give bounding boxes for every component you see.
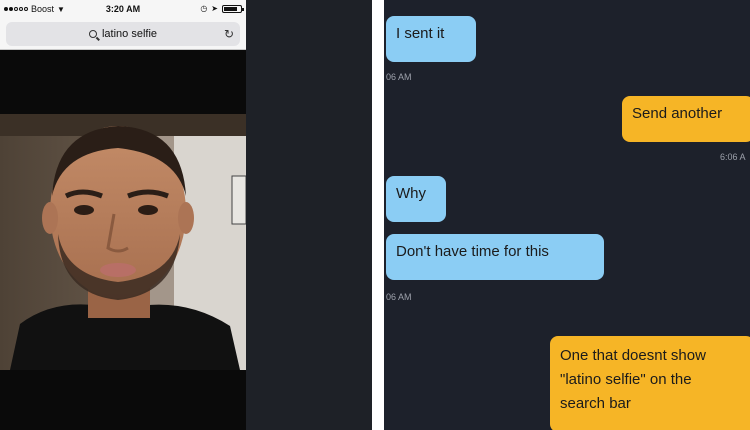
reload-icon[interactable]: ↻ <box>224 27 234 41</box>
message-them[interactable]: Why <box>386 176 446 222</box>
search-address-bar[interactable]: latino selfie ↻ <box>6 22 240 46</box>
timestamp: 6:06 A <box>720 152 746 162</box>
message-them[interactable]: Don't have time for this <box>386 234 604 280</box>
selfie-image[interactable] <box>0 114 246 370</box>
chat-screen: I sent it 06 AM Send another 6:06 A Why … <box>384 0 750 430</box>
left-phone-screen: Boost ▼ 3:20 AM ◷ ➤ latino selfie ↻ <box>0 0 372 430</box>
browser-toolbar: latino selfie ↻ <box>0 18 246 50</box>
message-line: One that doesnt show <box>560 347 706 364</box>
browser-window: Boost ▼ 3:20 AM ◷ ➤ latino selfie ↻ <box>0 0 246 430</box>
status-bar: Boost ▼ 3:20 AM ◷ ➤ <box>0 0 246 18</box>
message-line: search bar <box>560 395 631 412</box>
message-text: Send another <box>632 105 723 122</box>
message-text: Don't have time for this <box>396 243 549 260</box>
selfie-illustration <box>0 114 246 370</box>
battery-icon <box>222 4 244 13</box>
timestamp: 06 AM <box>386 72 412 82</box>
search-query: latino selfie <box>101 28 158 40</box>
message-text: I sent it <box>396 25 445 42</box>
alarm-icon: ◷ <box>200 4 208 13</box>
message-me[interactable]: Send another <box>622 96 750 142</box>
screenshot-collage: Boost ▼ 3:20 AM ◷ ➤ latino selfie ↻ I se… <box>0 0 750 430</box>
status-icons: ◷ ➤ <box>200 4 244 13</box>
message-text: Why <box>396 185 426 202</box>
location-icon: ➤ <box>211 4 218 13</box>
message-them[interactable]: I sent it <box>386 16 476 62</box>
message-me[interactable]: One that doesnt show "latino selfie" on … <box>550 336 750 430</box>
divider <box>372 0 384 430</box>
timestamp: 06 AM <box>386 292 412 302</box>
search-icon <box>88 30 97 38</box>
message-line: "latino selfie" on the <box>560 371 692 388</box>
